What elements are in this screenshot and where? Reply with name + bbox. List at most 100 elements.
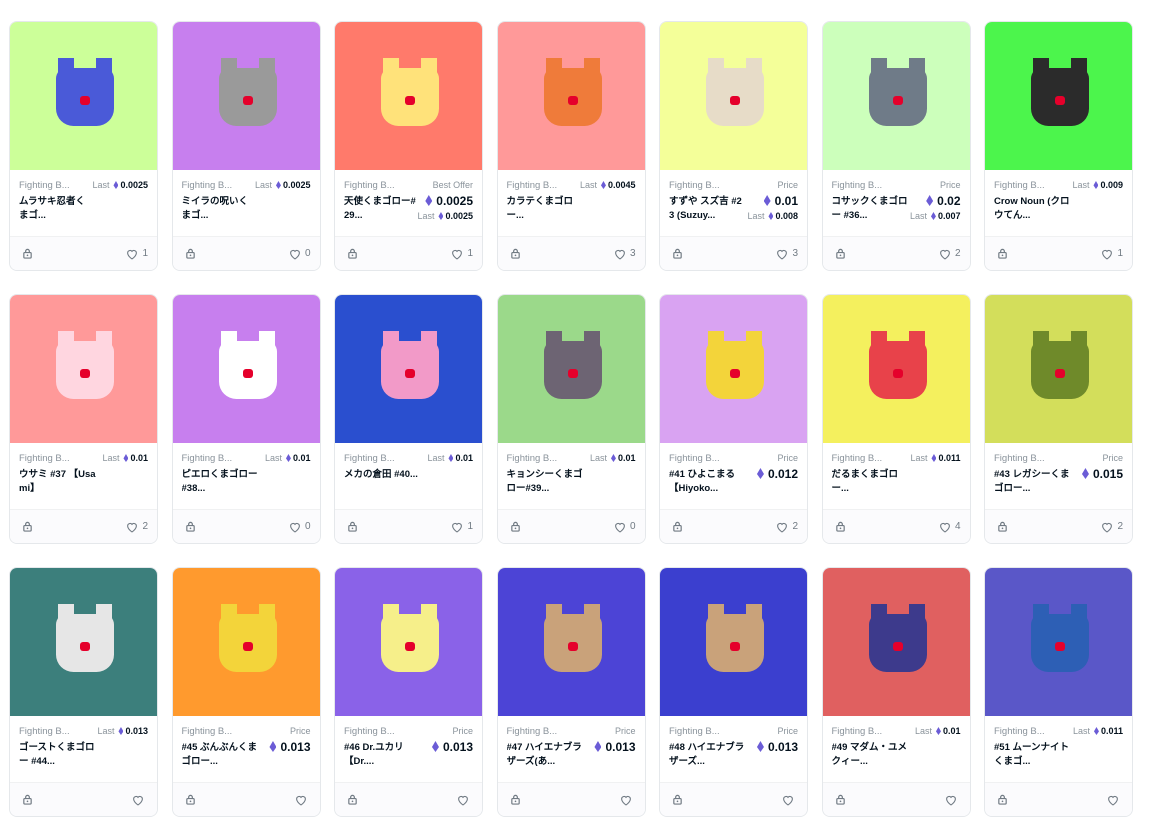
favorite-button[interactable]: [131, 794, 148, 806]
nft-card[interactable]: Fighting B... #51 ムーンナイトくまゴ... Last 0.011: [984, 567, 1133, 817]
favorite-button[interactable]: [294, 794, 311, 806]
nft-name[interactable]: キョンシーくまゴロー#39...: [507, 468, 585, 496]
nft-card[interactable]: Fighting B... すずや スズ吉 #23 (Suzuy... Pric…: [659, 21, 808, 271]
nft-name[interactable]: #48 ハイエナブラザーズ...: [669, 741, 747, 769]
favorite-button[interactable]: 3: [613, 248, 636, 260]
nft-image[interactable]: [660, 568, 807, 716]
collection-name[interactable]: Fighting B...: [344, 726, 422, 737]
nft-card[interactable]: Fighting B... ウサミ #37 【Usami】 Last 0.01 2: [9, 294, 158, 544]
collection-name[interactable]: Fighting B...: [669, 453, 747, 464]
nft-name[interactable]: だるまくまゴロー...: [832, 468, 910, 496]
nft-image[interactable]: [10, 295, 157, 443]
nft-name[interactable]: ミイラの呪いくまゴ...: [182, 195, 255, 223]
nft-image[interactable]: [172, 295, 320, 443]
nft-card[interactable]: Fighting B... #48 ハイエナブラザーズ... Price 0.01…: [659, 567, 808, 817]
nft-name[interactable]: #47 ハイエナブラザーズ(あ...: [507, 741, 585, 769]
collection-name[interactable]: Fighting B...: [507, 180, 580, 191]
nft-image[interactable]: [10, 568, 157, 716]
collection-name[interactable]: Fighting B...: [19, 180, 92, 191]
nft-name[interactable]: ウサミ #37 【Usami】: [19, 468, 97, 496]
nft-image[interactable]: [822, 295, 970, 443]
nft-name[interactable]: #46 Dr.ユカリ 【Dr....: [344, 741, 422, 769]
nft-image[interactable]: [822, 22, 970, 170]
nft-card[interactable]: Fighting B... メカの倉田 #40... Last 0.01 1: [334, 294, 483, 544]
nft-card[interactable]: Fighting B... カラテくまゴロー... Last 0.0045 3: [496, 21, 646, 271]
favorite-button[interactable]: 0: [613, 521, 636, 533]
collection-name[interactable]: Fighting B...: [669, 180, 747, 191]
collection-name[interactable]: Fighting B...: [832, 180, 910, 191]
nft-image[interactable]: [985, 295, 1132, 443]
collection-name[interactable]: Fighting B...: [182, 726, 260, 737]
nft-image[interactable]: [172, 22, 320, 170]
nft-image[interactable]: [660, 22, 807, 170]
favorite-button[interactable]: 4: [938, 521, 961, 533]
nft-image[interactable]: [497, 22, 645, 170]
nft-card[interactable]: Fighting B... #43 レガシーくまゴロー... Price 0.01…: [984, 294, 1133, 544]
nft-image[interactable]: [985, 22, 1132, 170]
nft-card[interactable]: Fighting B... 天使くまゴロー#29... Best Offer 0.…: [334, 21, 483, 271]
nft-name[interactable]: #41 ひよこまる 【Hiyoko...: [669, 468, 747, 496]
nft-card[interactable]: Fighting B... ムラサキ忍者くまゴ... Last 0.0025 1: [9, 21, 158, 271]
nft-card[interactable]: Fighting B... ピエロくまゴロー #38... Last 0.01 0: [171, 294, 321, 544]
collection-name[interactable]: Fighting B...: [19, 726, 97, 737]
favorite-button[interactable]: 2: [1100, 521, 1123, 533]
nft-name[interactable]: Crow Noun (クロウてん...: [994, 195, 1072, 223]
nft-card[interactable]: Fighting B... #46 Dr.ユカリ 【Dr.... Price 0.…: [334, 567, 483, 817]
nft-name[interactable]: #43 レガシーくまゴロー...: [994, 468, 1072, 496]
collection-name[interactable]: Fighting B...: [182, 180, 255, 191]
collection-name[interactable]: Fighting B...: [832, 453, 910, 464]
favorite-button[interactable]: 1: [450, 521, 473, 533]
favorite-button[interactable]: 1: [125, 248, 148, 260]
collection-name[interactable]: Fighting B...: [669, 726, 747, 737]
nft-image[interactable]: [335, 22, 482, 170]
nft-card[interactable]: Fighting B... コサックくまゴロー #36... Price 0.02…: [821, 21, 971, 271]
nft-image[interactable]: [822, 568, 970, 716]
collection-name[interactable]: Fighting B...: [832, 726, 910, 737]
favorite-button[interactable]: 0: [288, 521, 311, 533]
favorite-button[interactable]: 2: [938, 248, 961, 260]
favorite-button[interactable]: 1: [450, 248, 473, 260]
collection-name[interactable]: Fighting B...: [507, 453, 585, 464]
collection-name[interactable]: Fighting B...: [182, 453, 260, 464]
nft-image[interactable]: [335, 295, 482, 443]
nft-card[interactable]: Fighting B... Crow Noun (クロウてん... Last 0.…: [984, 21, 1133, 271]
favorite-button[interactable]: 2: [775, 521, 798, 533]
nft-image[interactable]: [660, 295, 807, 443]
favorite-button[interactable]: 3: [775, 248, 798, 260]
nft-image[interactable]: [335, 568, 482, 716]
favorite-button[interactable]: [456, 794, 473, 806]
favorite-button[interactable]: 1: [1100, 248, 1123, 260]
nft-card[interactable]: Fighting B... #45 ぶんぶんくまゴロー... Price 0.01…: [171, 567, 321, 817]
favorite-button[interactable]: [781, 794, 798, 806]
nft-name[interactable]: #45 ぶんぶんくまゴロー...: [182, 741, 260, 769]
nft-name[interactable]: メカの倉田 #40...: [344, 468, 422, 482]
nft-card[interactable]: Fighting B... ミイラの呪いくまゴ... Last 0.0025 0: [171, 21, 321, 271]
collection-name[interactable]: Fighting B...: [994, 453, 1072, 464]
nft-card[interactable]: Fighting B... だるまくまゴロー... Last 0.011 4: [821, 294, 971, 544]
nft-image[interactable]: [985, 568, 1132, 716]
nft-card[interactable]: Fighting B... #49 マダム・ユメクィー... Last 0.01: [821, 567, 971, 817]
favorite-button[interactable]: [944, 794, 961, 806]
nft-card[interactable]: Fighting B... キョンシーくまゴロー#39... Last 0.01 …: [496, 294, 646, 544]
nft-name[interactable]: コサックくまゴロー #36...: [832, 195, 910, 223]
collection-name[interactable]: Fighting B...: [344, 453, 422, 464]
collection-name[interactable]: Fighting B...: [994, 726, 1072, 737]
nft-image[interactable]: [172, 568, 320, 716]
nft-image[interactable]: [497, 295, 645, 443]
nft-image[interactable]: [10, 22, 157, 170]
nft-card[interactable]: Fighting B... ゴーストくまゴロー #44... Last 0.013: [9, 567, 158, 817]
favorite-button[interactable]: 0: [288, 248, 311, 260]
nft-card[interactable]: Fighting B... #41 ひよこまる 【Hiyoko... Price…: [659, 294, 808, 544]
nft-image[interactable]: [497, 568, 645, 716]
collection-name[interactable]: Fighting B...: [19, 453, 97, 464]
nft-name[interactable]: ゴーストくまゴロー #44...: [19, 741, 97, 769]
favorite-button[interactable]: [1106, 794, 1123, 806]
nft-name[interactable]: 天使くまゴロー#29...: [344, 195, 417, 223]
favorite-button[interactable]: [619, 794, 636, 806]
nft-name[interactable]: ピエロくまゴロー #38...: [182, 468, 260, 496]
collection-name[interactable]: Fighting B...: [507, 726, 585, 737]
favorite-button[interactable]: 2: [125, 521, 148, 533]
nft-name[interactable]: #49 マダム・ユメクィー...: [832, 741, 910, 769]
nft-name[interactable]: ムラサキ忍者くまゴ...: [19, 195, 92, 223]
nft-name[interactable]: カラテくまゴロー...: [507, 195, 580, 223]
